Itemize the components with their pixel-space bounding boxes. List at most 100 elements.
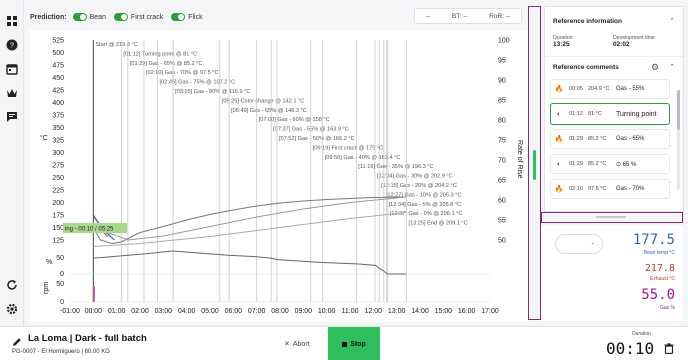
close-icon: ✕ xyxy=(284,341,290,348)
y-tick-label: 175 xyxy=(52,213,64,220)
event-label: [07:52] Gas - 50% @ 166.2 °C xyxy=(279,136,355,142)
y-tick-label: 200 xyxy=(52,200,64,207)
comment-temp: 85.2 °C xyxy=(588,136,607,142)
crown-icon[interactable] xyxy=(5,86,19,100)
y2-tick-label: 75 xyxy=(498,138,506,145)
refresh-icon[interactable] xyxy=(5,278,19,292)
collapse-chevron-icon[interactable]: ⌃ xyxy=(669,63,675,71)
bean-icon: ◐ xyxy=(556,110,562,118)
rpm-tick-label: 0 xyxy=(60,299,64,306)
readout-left: -- xyxy=(425,12,431,20)
comment-item[interactable]: 🔥 01:29 85.2 °C Gas - 65% xyxy=(550,129,670,149)
toggle-switch[interactable] xyxy=(171,13,186,21)
x-tick-label: 00:00 xyxy=(85,308,103,315)
event-label: [09:50] Gas - 40% @ 183.4 °C xyxy=(325,155,401,161)
flame-icon: 🔥 xyxy=(554,86,564,93)
roast-chart[interactable]: 525 500 475 450 425 400 375 350 325 300 275 250 225 2… xyxy=(30,30,528,322)
x-tick-label: 13:00 xyxy=(388,308,406,315)
help-icon[interactable]: ? xyxy=(5,38,19,52)
y2-tick-label: 95 xyxy=(498,58,506,65)
roast-app: ? Prediction: Bean First crack Flick -- … xyxy=(0,0,688,360)
reference-panel: Reference information ⌃ Duration 13:25 D… xyxy=(544,6,684,212)
toggle-bean[interactable]: Bean xyxy=(72,13,106,21)
y-tick-label: 525 xyxy=(52,38,64,45)
dashboard-icon[interactable] xyxy=(5,14,19,28)
comment-time: 00:05 xyxy=(569,86,583,92)
event-label: [07:00] Gas - 60% @ 158 °C xyxy=(259,117,330,123)
series-line xyxy=(93,212,407,247)
comment-item[interactable]: 🔥 00:05 204.9 °C Gas - 55% xyxy=(550,79,670,99)
bean-temp-label: Bean temp °C xyxy=(643,250,675,256)
rpm-axis-label: rpm xyxy=(43,282,50,294)
y2-tick-label: 60 xyxy=(498,198,506,205)
reference-comments-title: Reference comments xyxy=(553,64,619,71)
bean-icon: ◐ xyxy=(556,160,562,168)
x-tick-label: 06:00 xyxy=(225,308,243,315)
x-tick-label: 09:00 xyxy=(295,308,313,315)
event-label: [05:25] Color change @ 142.1 °C xyxy=(222,98,305,104)
toggle-switch[interactable] xyxy=(72,13,87,21)
comments-scrollbar[interactable] xyxy=(677,90,680,190)
x-tick-label: 05:00 xyxy=(201,308,219,315)
collapse-chevron-icon[interactable]: ⌃ xyxy=(669,17,675,25)
comment-item[interactable]: 🔥 02:10 97.5 °C Gas - 70% xyxy=(550,179,670,199)
progress-indicator xyxy=(533,150,536,180)
comment-time: 01:29 xyxy=(569,161,583,167)
comment-time: 01:29 xyxy=(569,136,583,142)
y-tick-label: 250 xyxy=(52,175,64,182)
left-sidebar: ? xyxy=(0,0,24,326)
toggle-label: First crack xyxy=(130,13,164,21)
y-tick-label: 425 xyxy=(52,88,64,95)
comment-temp: 85.2 °C xyxy=(588,161,607,167)
gas-value: 55.0 xyxy=(641,287,675,303)
prediction-label: Prediction: xyxy=(30,13,67,21)
toggle-flick[interactable]: Flick xyxy=(171,13,203,21)
live-values-panel: - 177.5 Bean temp °C 217.8 Exhaust °C 55… xyxy=(541,226,683,321)
trash-icon[interactable] xyxy=(664,341,674,359)
timer-icon: ⊙ xyxy=(616,161,623,168)
x-tick-label: 02:00 xyxy=(131,308,149,315)
temperature-readout: -- BT: -- RoR: -- xyxy=(414,8,522,24)
y2-tick-label: 90 xyxy=(498,78,506,85)
x-tick-label: 17:00 xyxy=(481,308,499,315)
gas-tick-label: 50 xyxy=(56,255,64,262)
roast-chart-svg: 5255004754504254003753503253002752502252… xyxy=(40,38,523,316)
stop-button[interactable]: Stop xyxy=(328,327,380,360)
comment-text: ⊙ 65 % xyxy=(616,161,636,168)
y-tick-label: 375 xyxy=(52,113,64,120)
y2-tick-label: 70 xyxy=(498,158,506,165)
event-label: [01:29] Gas - 65% @ 85.2 °C xyxy=(130,61,203,67)
development-time-value: 02:02 xyxy=(613,41,630,48)
abort-button[interactable]: ✕ Abort xyxy=(284,340,310,349)
x-tick-label: 15:00 xyxy=(435,308,453,315)
duration-label: Duration xyxy=(632,331,651,337)
settings-icon[interactable] xyxy=(5,302,19,316)
event-label: [12:34] Gas - 5% @ 205.8 °C xyxy=(389,202,462,208)
value-input[interactable]: - xyxy=(555,234,603,254)
toggle-first-crack[interactable]: First crack xyxy=(113,13,164,21)
calendar-icon[interactable] xyxy=(5,62,19,76)
duration-value: 13:25 xyxy=(553,41,570,48)
toggle-switch[interactable] xyxy=(113,13,128,21)
event-label: [13:25] End @ 209.1 °C xyxy=(408,221,467,227)
x-tick-label: 08:00 xyxy=(271,308,289,315)
x-tick-label: 04:00 xyxy=(178,308,196,315)
comment-item[interactable]: ◐ 01:29 85.2 °C ⊙ 65 % xyxy=(550,154,670,174)
gas-tick-label: 0 xyxy=(60,271,64,278)
comment-item-selected[interactable]: ◐ 01:12 81 °C Turning point xyxy=(550,103,670,125)
comment-time: 02:10 xyxy=(569,186,583,192)
resize-handle[interactable] xyxy=(596,216,626,218)
comment-temp: 204.9 °C xyxy=(588,86,610,92)
svg-text:?: ? xyxy=(10,43,14,50)
stop-label: Stop xyxy=(350,340,366,348)
y-tick-label: 225 xyxy=(52,188,64,195)
x-tick-label: 12:00 xyxy=(365,308,383,315)
x-tick-label: 16:00 xyxy=(458,308,476,315)
comment-text: Turning point xyxy=(616,110,657,118)
x-tick-label: -01:00 xyxy=(60,308,80,315)
gear-icon[interactable]: ⚙ xyxy=(651,62,659,73)
reference-info-title: Reference information xyxy=(553,18,622,25)
message-icon[interactable] xyxy=(5,110,19,124)
x-tick-label: 11:00 xyxy=(342,308,359,315)
y2-tick-label: 100 xyxy=(498,38,510,45)
